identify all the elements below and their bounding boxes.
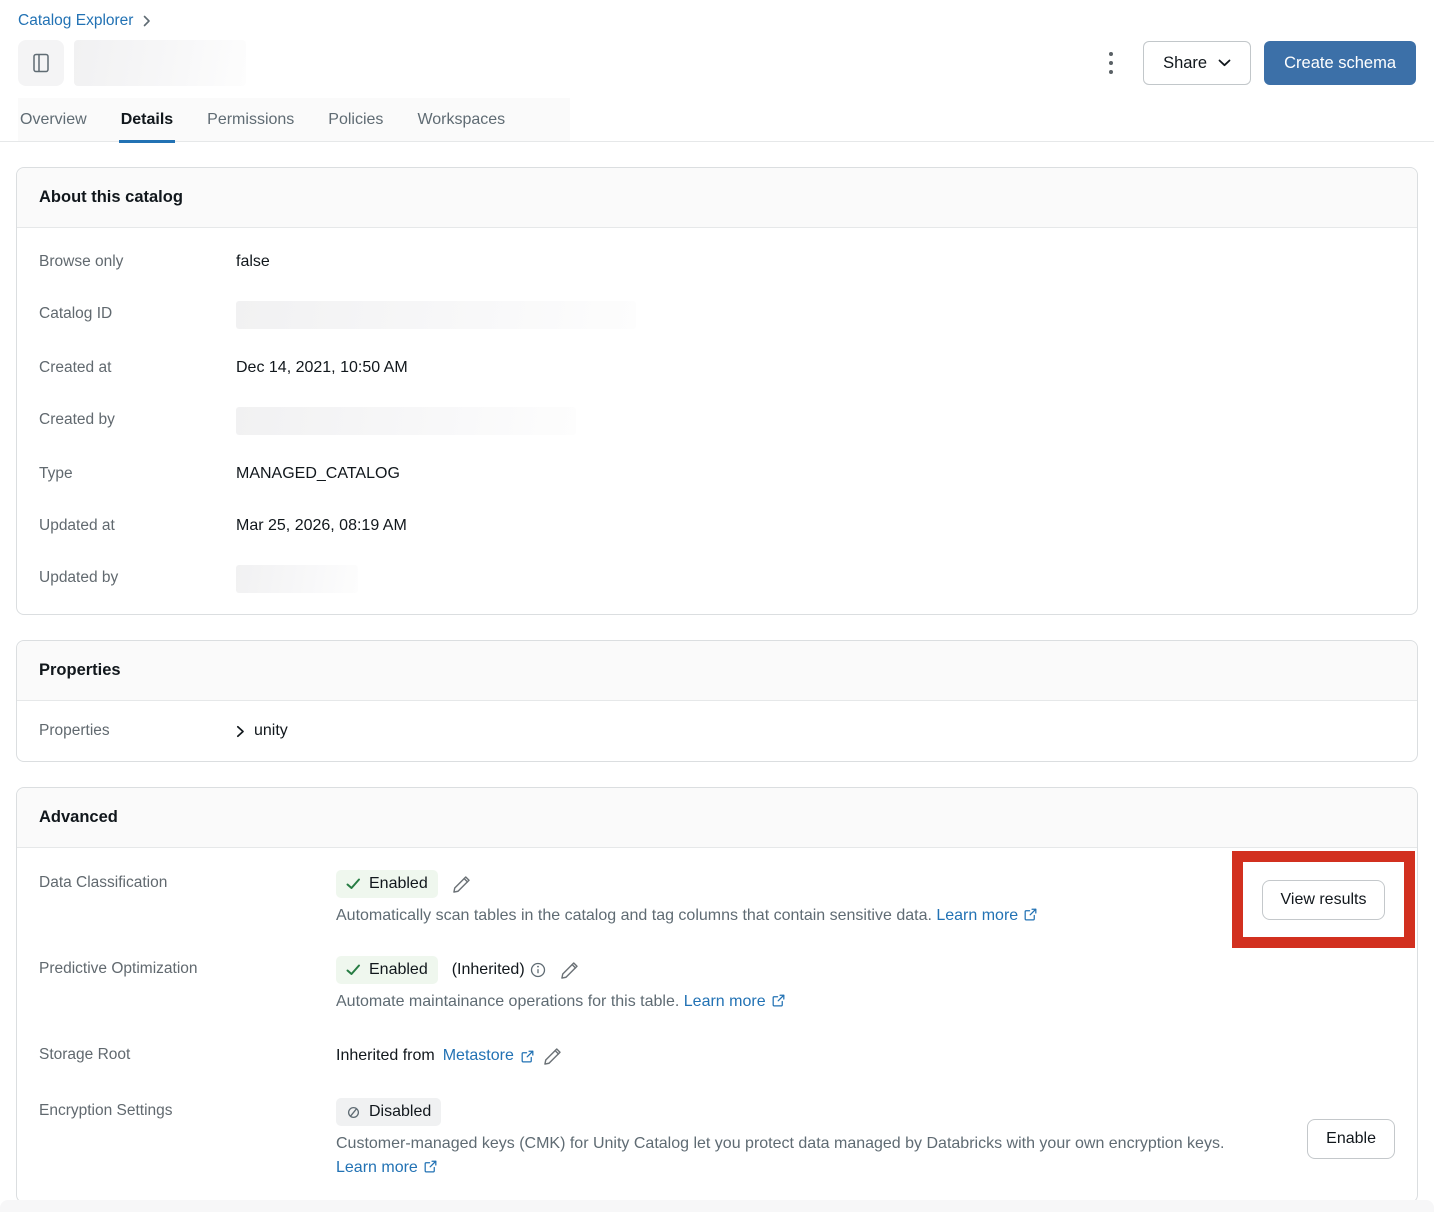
tab-workspaces[interactable]: Workspaces xyxy=(415,102,507,143)
enable-button[interactable]: Enable xyxy=(1307,1119,1395,1159)
properties-unity-expander[interactable]: unity xyxy=(236,718,288,744)
storage-root-prefix: Inherited from xyxy=(336,1047,435,1065)
learn-more-link[interactable]: Learn more xyxy=(936,907,1018,924)
field-label: Type xyxy=(39,461,236,487)
edit-pencil-icon[interactable] xyxy=(560,960,580,980)
slash-circle-icon xyxy=(346,1105,361,1120)
row-updated-at: Updated at Mar 25, 2026, 08:19 AM xyxy=(17,500,1417,552)
kebab-menu-icon[interactable] xyxy=(1103,46,1119,80)
created-by-redacted xyxy=(236,407,576,435)
field-label: Predictive Optimization xyxy=(39,956,336,1014)
edit-pencil-icon[interactable] xyxy=(543,1046,563,1066)
field-label: Properties xyxy=(39,718,236,744)
chevron-down-icon xyxy=(1218,59,1231,67)
page-header: Share Create schema xyxy=(0,40,1434,86)
tab-policies[interactable]: Policies xyxy=(326,102,385,143)
status-badge-enabled: Enabled xyxy=(336,870,438,898)
external-link-icon xyxy=(771,993,786,1008)
row-storage-root: Storage Root Inherited from Metastore xyxy=(17,1028,1417,1084)
row-properties: Properties unity xyxy=(17,701,1417,761)
view-results-button[interactable]: View results xyxy=(1262,880,1386,920)
field-value: Mar 25, 2026, 08:19 AM xyxy=(236,513,407,539)
properties-card: Properties Properties unity xyxy=(16,640,1418,762)
metastore-link[interactable]: Metastore xyxy=(443,1047,514,1065)
properties-unity-label: unity xyxy=(254,722,288,740)
breadcrumb: Catalog Explorer xyxy=(0,0,1434,30)
check-icon xyxy=(346,964,361,976)
field-label: Updated at xyxy=(39,513,236,539)
status-text: Enabled xyxy=(369,961,428,979)
next-card-edge xyxy=(0,1200,1434,1212)
field-label: Catalog ID xyxy=(39,301,236,329)
external-link-icon xyxy=(423,1159,438,1174)
about-card: About this catalog Browse only false Cat… xyxy=(16,167,1418,615)
catalog-name-redacted xyxy=(74,40,246,86)
properties-card-title: Properties xyxy=(17,641,1417,701)
row-browse-only: Browse only false xyxy=(17,236,1417,288)
field-value: false xyxy=(236,249,270,275)
check-icon xyxy=(346,878,361,890)
field-label: Updated by xyxy=(39,565,236,593)
field-label: Created by xyxy=(39,407,236,435)
tab-permissions[interactable]: Permissions xyxy=(205,102,296,143)
status-text: Enabled xyxy=(369,875,428,893)
row-updated-by: Updated by xyxy=(17,552,1417,606)
learn-more-link[interactable]: Learn more xyxy=(684,993,766,1010)
field-label: Storage Root xyxy=(39,1042,336,1070)
field-label: Encryption Settings xyxy=(39,1098,336,1124)
data-classification-description: Automatically scan tables in the catalog… xyxy=(336,907,932,924)
tab-overview[interactable]: Overview xyxy=(18,102,89,143)
learn-more-link[interactable]: Learn more xyxy=(336,1159,418,1176)
breadcrumb-chevron-icon xyxy=(143,15,151,27)
share-button[interactable]: Share xyxy=(1143,41,1251,85)
predictive-optimization-description: Automate maintainance operations for thi… xyxy=(336,993,679,1010)
row-created-at: Created at Dec 14, 2021, 10:50 AM xyxy=(17,342,1417,394)
field-label: Browse only xyxy=(39,249,236,275)
status-text: Disabled xyxy=(369,1103,431,1121)
share-button-label: Share xyxy=(1163,54,1207,73)
updated-by-redacted xyxy=(236,565,358,593)
row-catalog-id: Catalog ID xyxy=(17,288,1417,342)
external-link-icon xyxy=(1023,907,1038,922)
row-encryption-settings: Encryption Settings Disabled Customer-ma… xyxy=(17,1084,1417,1194)
external-link-icon xyxy=(520,1049,535,1064)
about-card-title: About this catalog xyxy=(17,168,1417,228)
chevron-right-icon xyxy=(236,725,245,738)
annotation-highlight-box: View results xyxy=(1232,851,1415,948)
row-type: Type MANAGED_CATALOG xyxy=(17,448,1417,500)
field-label: Data Classification xyxy=(39,870,336,928)
field-value: Dec 14, 2021, 10:50 AM xyxy=(236,355,408,381)
advanced-card: Advanced Data Classification Enabled xyxy=(16,787,1418,1203)
create-schema-button[interactable]: Create schema xyxy=(1264,41,1416,85)
field-value: MANAGED_CATALOG xyxy=(236,461,400,487)
breadcrumb-catalog-explorer-link[interactable]: Catalog Explorer xyxy=(18,12,133,30)
encryption-description: Customer-managed keys (CMK) for Unity Ca… xyxy=(336,1135,1224,1152)
tab-bar: Overview Details Permissions Policies Wo… xyxy=(0,102,1434,142)
catalog-icon xyxy=(18,40,64,86)
tab-details[interactable]: Details xyxy=(119,102,175,143)
status-badge-enabled: Enabled xyxy=(336,956,438,984)
catalog-id-redacted xyxy=(236,301,636,329)
row-predictive-optimization: Predictive Optimization Enabled (Inherit… xyxy=(17,942,1417,1028)
edit-pencil-icon[interactable] xyxy=(452,874,472,894)
advanced-card-title: Advanced xyxy=(17,788,1417,848)
info-icon[interactable] xyxy=(530,962,546,978)
field-label: Created at xyxy=(39,355,236,381)
status-badge-disabled: Disabled xyxy=(336,1098,441,1126)
inherited-label: (Inherited) xyxy=(452,961,525,979)
row-created-by: Created by xyxy=(17,394,1417,448)
row-data-classification: Data Classification Enabled Automaticall… xyxy=(17,856,1417,942)
